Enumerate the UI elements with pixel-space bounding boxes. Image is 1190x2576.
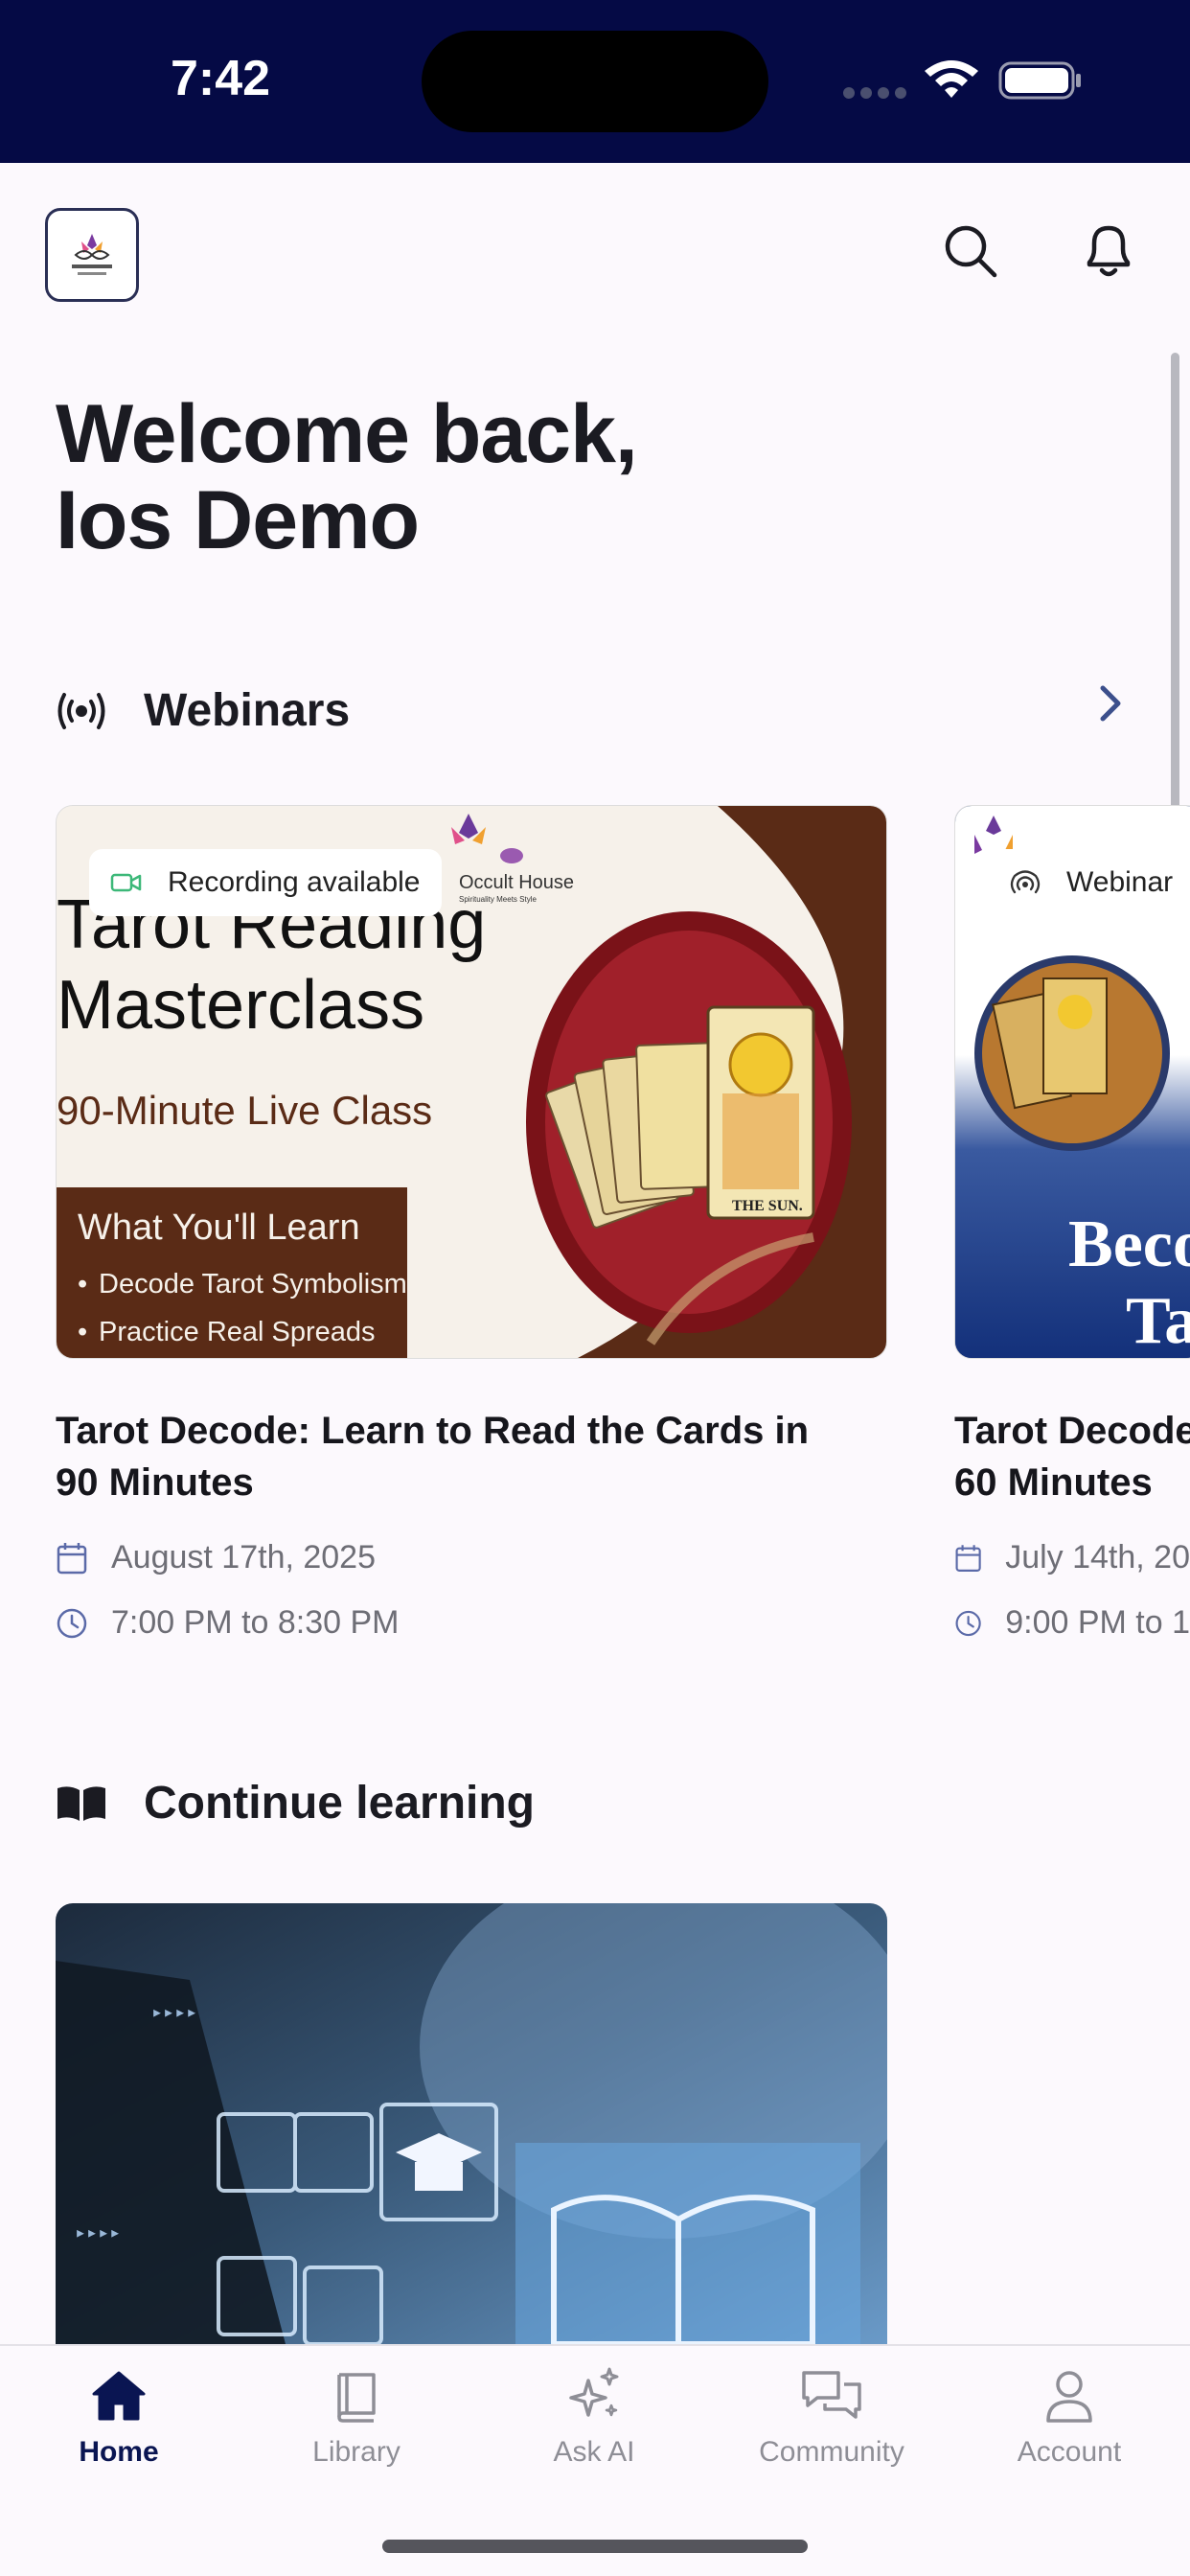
- webinar-card-title-2[interactable]: Tarot Decode 60 Minutes: [954, 1405, 1190, 1508]
- recording-badge-label: Recording available: [168, 866, 421, 898]
- webinar-time-text: 7:00 PM to 8:30 PM: [111, 1604, 400, 1641]
- webinar-title-line1: Tarot Decode: Learn to Read the Cards in: [56, 1410, 810, 1452]
- webinars-title: Webinars: [144, 685, 351, 736]
- live-signal-icon: [1010, 870, 1041, 894]
- webinar-time: 7:00 PM to 8:30 PM: [56, 1604, 400, 1642]
- continue-learning-header: Continue learning: [56, 1777, 535, 1829]
- tab-library-label: Library: [312, 2436, 400, 2468]
- continue-learning-title: Continue learning: [144, 1778, 535, 1828]
- home-indicator[interactable]: [382, 2540, 808, 2553]
- webinar2-title-line2: 60 Minutes: [954, 1461, 1153, 1504]
- calendar-icon: [955, 1544, 981, 1572]
- search-icon[interactable]: [942, 222, 999, 280]
- chevron-right-icon[interactable]: [1094, 682, 1127, 724]
- banner-learn-item-2: Practice Real Spreads: [99, 1317, 376, 1347]
- status-bar: 7:42: [0, 0, 1190, 163]
- tab-home-label: Home: [79, 2436, 159, 2468]
- webinar-date-text: August 17th, 2025: [111, 1539, 377, 1576]
- battery-icon: [998, 61, 1081, 100]
- video-camera-icon: [110, 873, 142, 892]
- svg-text:▸▸▸▸: ▸▸▸▸: [75, 2220, 121, 2243]
- tab-library[interactable]: Library: [238, 2365, 475, 2469]
- banner2-headline-2: Ta: [1126, 1284, 1190, 1358]
- clock-icon: [57, 1608, 87, 1638]
- svg-text:•: •: [78, 1269, 87, 1300]
- e-learning-image: ▸▸▸▸ ▸▸▸▸: [56, 1903, 887, 2344]
- home-icon: [92, 2371, 146, 2421]
- tab-community[interactable]: Community: [713, 2365, 950, 2469]
- banner-subheadline: 90-Minute Live Class: [57, 1088, 432, 1133]
- webinar-time-2: 9:00 PM to 1: [954, 1604, 1190, 1642]
- wifi-icon: [925, 60, 978, 98]
- clock-icon: [955, 1610, 981, 1636]
- tab-ask-ai[interactable]: Ask AI: [475, 2365, 713, 2469]
- webinar-date-2: July 14th, 20: [954, 1539, 1190, 1576]
- recording-badge: Recording available: [89, 849, 442, 916]
- banner-headline-2: Masterclass: [57, 967, 424, 1044]
- banner-learn-item-1: Decode Tarot Symbolism: [99, 1269, 407, 1300]
- tarot-card-label: THE SUN.: [732, 1198, 803, 1214]
- open-book-icon: [57, 1785, 105, 1821]
- banner2-headline-1: Beco: [1068, 1208, 1190, 1281]
- status-time: 7:42: [171, 51, 271, 106]
- welcome-heading: Welcome back, Ios Demo: [56, 391, 918, 564]
- webinar2-date-text: July 14th, 20: [1005, 1539, 1190, 1576]
- svg-text:•: •: [78, 1317, 87, 1347]
- calendar-icon: [57, 1542, 87, 1574]
- chat-icon: [802, 2371, 861, 2419]
- app-logo[interactable]: [45, 208, 139, 302]
- tab-account-label: Account: [1017, 2436, 1122, 2468]
- welcome-user-name: Ios Demo: [56, 474, 420, 566]
- svg-text:▸▸▸▸: ▸▸▸▸: [151, 2000, 197, 2023]
- webinar-date: August 17th, 2025: [56, 1539, 376, 1576]
- webinar-badge: Webinar: [988, 849, 1190, 916]
- course-card-image[interactable]: ▸▸▸▸ ▸▸▸▸: [56, 1903, 887, 2344]
- webinar-card-image[interactable]: THE SUN. Occult House Spirituality Meets…: [56, 805, 887, 1359]
- webinar-title-line2: 90 Minutes: [56, 1461, 254, 1504]
- webinars-section-header[interactable]: Webinars: [56, 684, 350, 737]
- tab-account[interactable]: Account: [950, 2365, 1188, 2469]
- sparkle-icon: [569, 2367, 619, 2417]
- cellular-signal-icon: [843, 86, 912, 104]
- tab-home[interactable]: Home: [0, 2365, 238, 2469]
- person-icon: [1046, 2371, 1092, 2423]
- broadcast-icon: [57, 692, 105, 729]
- logo-emblem: [72, 234, 112, 275]
- book-icon: [337, 2373, 376, 2423]
- banner-learn-title: What You'll Learn: [78, 1208, 360, 1248]
- tab-community-label: Community: [759, 2436, 904, 2468]
- webinar-card-title[interactable]: Tarot Decode: Learn to Read the Cards in…: [56, 1405, 809, 1508]
- bell-icon[interactable]: [1080, 220, 1137, 282]
- webinar-card-image-2[interactable]: Beco Ta Webinar: [954, 805, 1190, 1359]
- scroll-indicator[interactable]: [1171, 353, 1179, 851]
- webinar-badge-label: Webinar: [1066, 866, 1174, 898]
- tab-ask-ai-label: Ask AI: [553, 2436, 635, 2468]
- dynamic-island: [422, 31, 768, 132]
- webinar2-time-text: 9:00 PM to 1: [1005, 1604, 1190, 1641]
- welcome-line1: Welcome back,: [56, 388, 638, 480]
- webinar2-title-line1: Tarot Decode: [954, 1410, 1190, 1452]
